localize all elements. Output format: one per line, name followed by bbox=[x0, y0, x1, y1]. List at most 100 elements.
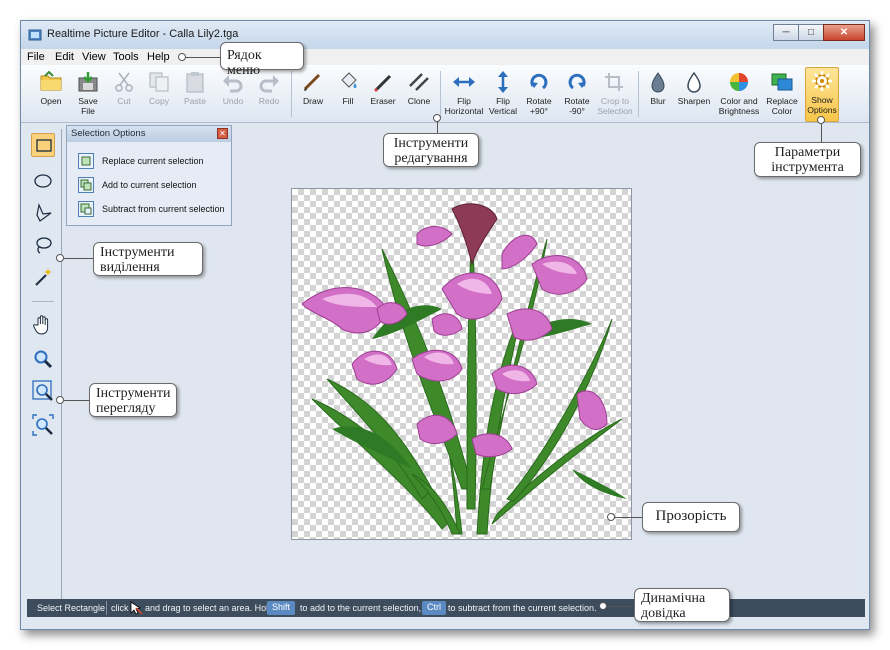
toolbar: Open SaveFile Cut Copy Paste Undo Redo bbox=[21, 65, 869, 123]
status-bar: Select Rectangle click and drag to selec… bbox=[27, 599, 865, 617]
menu-file[interactable]: File bbox=[27, 51, 45, 63]
rotate-clockwise-icon bbox=[530, 73, 548, 90]
status-add-text: to add to the current selection, or bbox=[300, 603, 432, 613]
shift-key-badge: Shift bbox=[267, 601, 296, 615]
zoom-actual-tool[interactable] bbox=[31, 413, 55, 437]
menu-help[interactable]: Help bbox=[147, 51, 170, 63]
lasso-select-tool[interactable] bbox=[31, 233, 55, 257]
callout-view-tools: Інструменти перегляду bbox=[89, 383, 177, 417]
polygon-select-tool[interactable] bbox=[31, 201, 55, 225]
callout-menu-bar: Рядок меню bbox=[220, 42, 304, 78]
screenshot-frame: Realtime Picture Editor - Calla Lily2.tg… bbox=[20, 20, 870, 630]
title-bar[interactable]: Realtime Picture Editor - Calla Lily2.tg… bbox=[21, 21, 869, 49]
leader-dot bbox=[607, 513, 615, 521]
rotate-counterclockwise-icon bbox=[568, 73, 586, 90]
sharpen-button[interactable]: Sharpen bbox=[675, 69, 713, 123]
leader-dot bbox=[56, 396, 64, 404]
flip-horizontal-button[interactable]: Flip Horizontal bbox=[443, 69, 485, 123]
subtract-selection-icon bbox=[78, 201, 94, 217]
menu-view[interactable]: View bbox=[82, 51, 106, 63]
leader-dot bbox=[599, 602, 607, 610]
hand-icon bbox=[33, 315, 49, 335]
clone-button[interactable]: Clone bbox=[403, 69, 435, 123]
copy-icon bbox=[149, 72, 169, 92]
transparent-image[interactable] bbox=[291, 188, 632, 540]
toolbar-separator bbox=[440, 71, 441, 117]
gear-icon bbox=[812, 71, 832, 91]
water-drop-icon bbox=[651, 72, 665, 93]
toolbar-separator bbox=[638, 71, 639, 117]
lasso-icon bbox=[36, 237, 52, 254]
rotate-plus-90-button[interactable]: Rotate +90° bbox=[521, 69, 557, 123]
toolbar-separator bbox=[291, 71, 292, 117]
panel-divider bbox=[61, 129, 62, 599]
minimize-button[interactable]: ─ bbox=[773, 24, 799, 41]
zoom-tool[interactable] bbox=[31, 347, 55, 371]
menu-bar: File Edit View Tools Help bbox=[21, 49, 869, 65]
rectangle-select-icon bbox=[36, 139, 52, 152]
callout-tool-options: Параметри інструмента bbox=[754, 142, 861, 177]
draw-button[interactable]: Draw bbox=[297, 69, 329, 123]
blur-button[interactable]: Blur bbox=[641, 69, 675, 123]
leader-line bbox=[181, 57, 221, 58]
ctrl-key-badge: Ctrl bbox=[422, 601, 446, 615]
status-subtract-text: to subtract from the current selection. bbox=[448, 603, 597, 613]
leader-line bbox=[614, 517, 644, 518]
replace-color-icon bbox=[771, 73, 793, 91]
clipboard-icon bbox=[186, 72, 204, 93]
callout-transparency: Прозорість bbox=[642, 502, 740, 532]
callout-selection-tools: Інструменти виділення bbox=[93, 242, 203, 276]
pan-tool[interactable] bbox=[31, 313, 55, 337]
zoom-fit-tool[interactable] bbox=[31, 379, 55, 403]
leader-line bbox=[606, 606, 636, 607]
leader-line bbox=[821, 124, 822, 142]
open-button[interactable]: Open bbox=[31, 69, 71, 123]
scissors-icon bbox=[115, 72, 133, 92]
flip-vertical-button[interactable]: Flip Vertical bbox=[485, 69, 521, 123]
callout-edit-tools: Інструменти редагування bbox=[383, 133, 479, 167]
replace-color-button[interactable]: Replace Color bbox=[763, 69, 801, 123]
fill-button[interactable]: Fill bbox=[333, 69, 363, 123]
crop-to-selection-button[interactable]: Crop to Selection bbox=[595, 69, 635, 123]
rotate-minus-90-button[interactable]: Rotate -90° bbox=[559, 69, 595, 123]
paste-button[interactable]: Paste bbox=[179, 69, 211, 123]
zoom-fit-icon bbox=[32, 380, 53, 401]
app-window: Realtime Picture Editor - Calla Lily2.tg… bbox=[20, 20, 870, 630]
panel-close-button[interactable]: ✕ bbox=[217, 128, 228, 139]
rectangle-select-tool[interactable] bbox=[31, 133, 55, 157]
color-and-brightness-button[interactable]: Color and Brightness bbox=[715, 69, 763, 123]
paint-bucket-icon bbox=[341, 72, 357, 88]
magic-wand-icon bbox=[35, 268, 52, 286]
magnifier-icon bbox=[34, 350, 53, 369]
window-controls: ─ □ ✕ bbox=[773, 24, 865, 41]
selection-options-title: Selection Options bbox=[67, 126, 231, 142]
maximize-button[interactable]: □ bbox=[798, 24, 824, 41]
save-icon bbox=[78, 72, 98, 92]
eraser-icon bbox=[373, 74, 392, 93]
close-button[interactable]: ✕ bbox=[823, 24, 865, 41]
show-options-button[interactable]: Show Options bbox=[805, 67, 839, 122]
status-drag-text: and drag to select an area. Hold bbox=[145, 603, 274, 613]
leader-dot bbox=[178, 53, 186, 61]
save-file-button[interactable]: Save File bbox=[71, 69, 105, 123]
menu-tools[interactable]: Tools bbox=[113, 51, 139, 63]
magic-wand-tool[interactable] bbox=[31, 265, 55, 289]
folder-icon bbox=[40, 71, 62, 91]
clone-brush-icon bbox=[409, 73, 429, 91]
polygon-lasso-icon bbox=[36, 203, 52, 222]
arrow-horizontal-icon bbox=[453, 77, 475, 87]
sharp-drop-icon bbox=[687, 71, 701, 93]
menu-edit[interactable]: Edit bbox=[55, 51, 74, 63]
pencil-icon bbox=[303, 73, 321, 91]
add-selection-icon bbox=[78, 177, 94, 193]
leader-dot bbox=[817, 116, 825, 124]
color-wheel-icon bbox=[730, 73, 748, 91]
copy-button[interactable]: Copy bbox=[143, 69, 175, 123]
crop-icon bbox=[605, 73, 623, 91]
eraser-button[interactable]: Eraser bbox=[365, 69, 401, 123]
leader-line bbox=[64, 258, 96, 259]
cut-button[interactable]: Cut bbox=[109, 69, 139, 123]
callout-dynamic-help: Динамічна довідка bbox=[634, 588, 730, 622]
app-icon bbox=[28, 29, 42, 41]
ellipse-select-tool[interactable] bbox=[31, 169, 55, 193]
